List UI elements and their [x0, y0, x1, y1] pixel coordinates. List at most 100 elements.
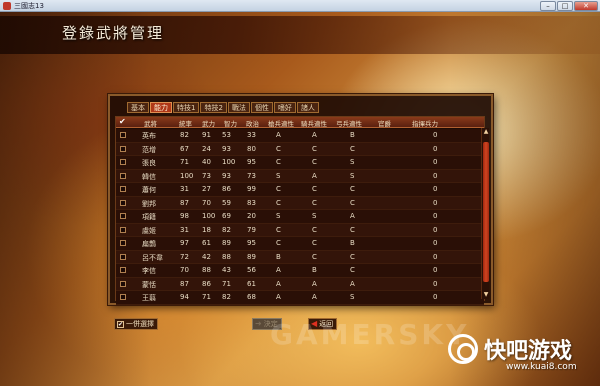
- table-cell: 0: [433, 279, 438, 288]
- row-checkbox[interactable]: [120, 294, 126, 300]
- row-checkbox[interactable]: [120, 145, 126, 152]
- maximize-button[interactable]: □: [557, 1, 573, 11]
- table-cell: 94: [180, 293, 189, 301]
- tab-tactics[interactable]: 戰法: [227, 102, 250, 113]
- table-cell: B: [350, 239, 355, 247]
- tab-ability[interactable]: 能力: [150, 102, 172, 113]
- col-archer-aptitude[interactable]: 弓兵適性: [336, 118, 362, 128]
- table-cell: 86: [222, 185, 231, 193]
- table-cell: 40: [202, 158, 211, 166]
- table-cell: 20: [247, 212, 256, 220]
- table-row[interactable]: 蕭何 31 27 86 99 C C C 0: [116, 183, 484, 197]
- table-cell: C: [312, 252, 317, 261]
- minimize-button[interactable]: –: [540, 1, 556, 11]
- table-row[interactable]: 呂不韋 72 42 88 89 B C C 0: [116, 250, 484, 264]
- close-button[interactable]: ✕: [574, 1, 598, 11]
- tab-people[interactable]: 諸人: [296, 102, 319, 113]
- tab-skill-2[interactable]: 特技2: [200, 102, 227, 113]
- tab-skill-1[interactable]: 特技1: [173, 102, 200, 113]
- table-row[interactable]: 蒙恬 87 86 71 61 A A A 0: [116, 277, 484, 291]
- table-cell: 張良: [142, 159, 156, 167]
- select-all-button[interactable]: ✔ 一併選擇: [114, 318, 158, 330]
- col-officer[interactable]: 武將: [144, 118, 157, 128]
- col-spear-aptitude[interactable]: 槍兵適性: [268, 118, 294, 128]
- tab-basic[interactable]: 基本: [127, 102, 149, 113]
- scroll-up-icon[interactable]: ▲: [482, 128, 490, 136]
- col-rank[interactable]: 官爵: [378, 118, 391, 128]
- table-cell: 82: [180, 131, 189, 139]
- table-row[interactable]: 虞姬 31 18 82 79 C C C 0: [116, 223, 484, 237]
- row-checkbox[interactable]: [120, 240, 126, 246]
- table-cell: 0: [433, 158, 438, 166]
- table-row[interactable]: 扁鵲 97 61 89 95 C C B 0: [116, 237, 484, 251]
- table-cell: 56: [247, 266, 256, 274]
- site-url: www.kuai8.com: [506, 362, 577, 372]
- table-cell: B: [350, 131, 355, 139]
- table-cell: 李信: [142, 267, 156, 275]
- window-title: 三國志13: [14, 2, 44, 10]
- officer-panel: 基本 能力 特技1 特技2 戰法 個性 嗜好 諸人 ✔ 武將 統率 武力 智力 …: [108, 94, 493, 305]
- table-cell: 31: [180, 225, 189, 234]
- table-row[interactable]: 王翦 94 71 82 68 A A S 0: [116, 291, 484, 305]
- table-cell: 61: [247, 279, 256, 288]
- table-cell: 70: [202, 198, 211, 207]
- table-body: 英布 82 91 53 33 A A B 0 范增 67 24 93 80 C C C 0 張良 71 40 100 95 C…: [116, 129, 484, 305]
- col-politics[interactable]: 政治: [246, 118, 259, 128]
- table-cell: A: [276, 131, 281, 139]
- row-checkbox[interactable]: [120, 159, 126, 165]
- row-checkbox[interactable]: [120, 226, 126, 233]
- table-cell: 扁鵲: [142, 240, 156, 248]
- col-leadership[interactable]: 統率: [179, 118, 192, 128]
- table-cell: 71: [202, 293, 211, 301]
- table-row[interactable]: 英布 82 91 53 33 A A B 0: [116, 129, 484, 143]
- table-cell: 31: [180, 185, 189, 193]
- table-cell: 0: [433, 131, 438, 139]
- table-cell: 87: [180, 279, 189, 288]
- col-troops[interactable]: 指揮兵力: [412, 118, 438, 128]
- table-cell: C: [276, 239, 281, 247]
- table-row[interactable]: 劉邦 87 70 59 83 C C C 0: [116, 196, 484, 210]
- scroll-thumb[interactable]: [483, 142, 489, 282]
- table-cell: 項籍: [142, 213, 156, 221]
- table-cell: 71: [180, 158, 189, 166]
- table-cell: C: [350, 144, 355, 153]
- table-cell: 72: [180, 252, 189, 261]
- row-checkbox[interactable]: [120, 199, 126, 206]
- row-checkbox[interactable]: [120, 280, 126, 287]
- table-cell: 97: [180, 239, 189, 247]
- table-cell: 86: [202, 279, 211, 288]
- table-cell: A: [312, 293, 317, 301]
- table-cell: A: [350, 212, 355, 220]
- table-scrollbar[interactable]: ▲ ▼: [481, 128, 489, 299]
- row-checkbox[interactable]: [120, 172, 126, 179]
- row-checkbox[interactable]: [120, 186, 126, 192]
- table-cell: 0: [433, 144, 438, 153]
- table-cell: 0: [433, 212, 438, 220]
- row-checkbox[interactable]: [120, 267, 126, 273]
- table-cell: 100: [222, 158, 236, 166]
- col-war[interactable]: 武力: [202, 118, 215, 128]
- window-titlebar: 三國志13 – □ ✕: [0, 0, 600, 12]
- table-cell: 73: [202, 171, 211, 180]
- table-row[interactable]: 張良 71 40 100 95 C C S 0: [116, 156, 484, 170]
- table-cell: 0: [433, 171, 438, 180]
- table-row[interactable]: 李信 70 88 43 56 A B C 0: [116, 264, 484, 278]
- tab-personality[interactable]: 個性: [250, 102, 273, 113]
- table-cell: 93: [222, 144, 231, 153]
- table-cell: 93: [222, 171, 231, 180]
- check-all-icon[interactable]: ✔: [119, 118, 128, 126]
- row-checkbox[interactable]: [120, 253, 126, 260]
- table-cell: 33: [247, 131, 256, 139]
- table-row[interactable]: 韓信 100 73 93 73 S A S 0: [116, 169, 484, 183]
- col-cavalry-aptitude[interactable]: 騎兵適性: [301, 118, 327, 128]
- table-cell: C: [276, 158, 281, 166]
- table-row[interactable]: 范增 67 24 93 80 C C C 0: [116, 142, 484, 156]
- table-cell: S: [276, 212, 281, 220]
- col-intelligence[interactable]: 智力: [224, 118, 237, 128]
- scroll-down-icon[interactable]: ▼: [482, 291, 490, 299]
- tab-hobby[interactable]: 嗜好: [273, 102, 296, 113]
- table-cell: B: [276, 252, 281, 261]
- table-row[interactable]: 項籍 98 100 69 20 S S A 0: [116, 210, 484, 224]
- row-checkbox[interactable]: [120, 213, 126, 219]
- row-checkbox[interactable]: [120, 132, 126, 138]
